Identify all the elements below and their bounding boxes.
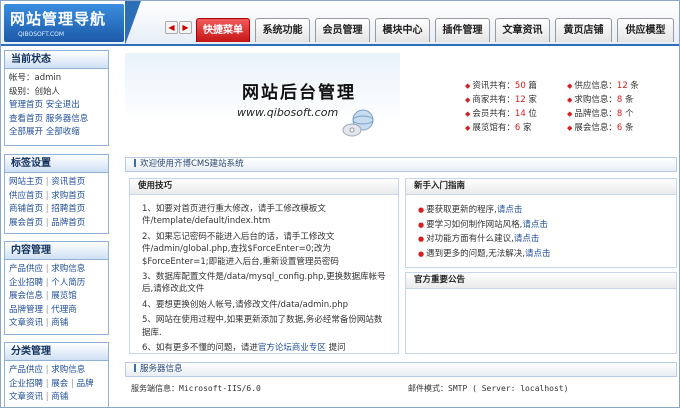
stat-exhibition-halls: ◆ 展览馆有：6 家 <box>465 123 532 133</box>
guide-link[interactable]: 请点击 <box>497 205 523 215</box>
link-admin-home[interactable]: 管理首页 <box>9 100 43 110</box>
guide-item: ● 对功能方面有什么建议,请点击 <box>418 234 540 244</box>
link-shop-home[interactable]: 商铺首页 <box>9 204 43 214</box>
guide-panel: 新手入门指南 ● 要获取更新的程序,请点击 ● 要学习如何制作网站风格,请点击 ● 对… <box>405 178 677 268</box>
tip-item: 5、网站在使用过程中,如果更新添加了数据,务必经常备份网站数据库. <box>142 315 383 338</box>
link-buy-info[interactable]: 求购信息 <box>51 264 85 274</box>
account-text: 帐号：admin <box>9 73 62 83</box>
server-software: 服务端信息：Microsoft-IIS/6.0 <box>131 384 261 393</box>
tab-system-functions[interactable]: 系统功能 <box>255 18 310 42</box>
stat-buy: ◆ 求购信息：8 条 <box>567 95 634 105</box>
logo-decoration <box>125 1 161 46</box>
section-title: 分类管理 <box>5 343 108 361</box>
sidebar-section-status: 当前状态 帐号：admin 级别：创始人 管理首页 安全退出 查看首页 服务器信… <box>4 50 109 146</box>
link-server-info[interactable]: 服务器信息 <box>46 114 89 124</box>
link-news-home[interactable]: 资讯首页 <box>51 177 85 187</box>
section-title: 标签设置 <box>5 155 108 173</box>
banner-url: www.qibosoft.com <box>237 106 339 119</box>
scroll-right-arrow-icon[interactable]: ▶ <box>179 21 192 34</box>
link-supply-home[interactable]: 供应首页 <box>9 191 43 201</box>
link-view-home[interactable]: 查看首页 <box>9 114 43 124</box>
guide-title: 新手入门指南 <box>406 179 676 195</box>
link-cat-articles[interactable]: 文章资讯 <box>9 392 43 402</box>
link-exhibition-hall[interactable]: 展览馆 <box>51 291 77 301</box>
link-cat-recruit[interactable]: 企业招聘 <box>9 379 43 389</box>
guide-item: ● 要获取更新的程序,请点击 <box>418 205 523 215</box>
mail-mode: 邮件模式：SMTP ( Server: localhost) <box>408 384 569 393</box>
link-jobs-home[interactable]: 招聘首页 <box>51 204 85 214</box>
banner-title: 网站后台管理 <box>242 83 356 103</box>
link-cat-expo[interactable]: 展会 <box>51 379 68 389</box>
stat-expos: ◆ 展会信息：6 条 <box>567 123 634 133</box>
guide-item: ● 遇到更多的问题,无法解决,请点击 <box>418 248 551 259</box>
sidebar-section-tags: 标签设置 网站主页 | 资讯首页 供应首页 | 求购首页 商铺首页 | 招聘首页… <box>4 154 109 234</box>
guide-item: ● 要学习如何制作网站风格,请点击 <box>418 219 548 230</box>
main-content: 网站后台管理 www.qibosoft.com ◆ 资讯共有：50 篇 ◆ 商家共有… <box>121 50 679 407</box>
link-expo-home[interactable]: 展会首页 <box>9 218 43 228</box>
link-brand-home[interactable]: 品牌首页 <box>51 218 85 228</box>
link-resume[interactable]: 个人简历 <box>51 278 85 288</box>
tab-plugin-management[interactable]: 插件管理 <box>435 18 490 42</box>
tip-item: 3、数据库配置文件是/data/mysql_config.php,更换数据库帐号… <box>142 272 386 295</box>
sidebar: 当前状态 帐号：admin 级别：创始人 管理首页 安全退出 查看首页 服务器信… <box>4 50 109 407</box>
admin-window: 网站管理导航 QIBOSOFT.COM ◀ ▶ 快捷菜单 系统功能 会员管理 模… <box>0 0 680 408</box>
tab-module-center[interactable]: 模块中心 <box>375 18 430 42</box>
announcement-panel: 官方重要公告 <box>405 272 677 354</box>
tip-item: 1、如要对首页进行重大修改，请手工修改模板文件/template/default… <box>142 204 326 227</box>
section-title: 当前状态 <box>5 51 108 69</box>
guide-link[interactable]: 请点击 <box>525 249 551 259</box>
banner-background <box>125 53 400 153</box>
site-logo: 网站管理导航 QIBOSOFT.COM <box>4 4 124 42</box>
globe-cd-icon <box>342 109 374 137</box>
link-recruit[interactable]: 企业招聘 <box>9 278 43 288</box>
link-cat-buy-info[interactable]: 求购信息 <box>51 365 85 375</box>
link-cat-shops[interactable]: 商铺 <box>51 392 68 402</box>
link-articles[interactable]: 文章资讯 <box>9 318 43 328</box>
link-cat-product-supply[interactable]: 产品供应 <box>9 365 43 375</box>
logo-subtitle: QIBOSOFT.COM <box>18 31 65 38</box>
forum-link[interactable]: 官方论坛商业专区 <box>258 343 326 353</box>
stat-brands: ◆ 品牌信息：8 个 <box>567 109 634 119</box>
welcome-strip: 欢迎使用齐博CMS建站系统 <box>125 157 677 172</box>
tip-item: 6、如有更多不懂的问题，请进官方论坛商业专区 提问 <box>142 343 346 354</box>
tip-item: 2、如果忘记密码不能进入后台的话，请手工修改文件/admin/global.ph… <box>142 231 339 267</box>
top-navigation-bar: 网站管理导航 QIBOSOFT.COM ◀ ▶ 快捷菜单 系统功能 会员管理 模… <box>1 1 679 46</box>
link-expand-all[interactable]: 全部展开 <box>9 127 43 137</box>
link-agent[interactable]: 代理商 <box>51 305 77 315</box>
section-title: 内容管理 <box>5 242 108 260</box>
link-buy-home[interactable]: 求购首页 <box>51 191 85 201</box>
tip-item: 4、要想更换创始人帐号,请修改文件/data/admin.php <box>142 299 348 310</box>
server-info-title: 服务器信息 <box>140 364 183 374</box>
guide-link[interactable]: 请点击 <box>522 220 548 230</box>
stat-members: ◆ 会员共有：14 位 <box>465 109 537 119</box>
link-collapse-all[interactable]: 全部收缩 <box>46 127 80 137</box>
link-logout[interactable]: 安全退出 <box>46 100 80 110</box>
sidebar-section-category: 分类管理 产品供应 | 求购信息 企业招聘 | 展会 | 品牌 文章资讯 | 商… <box>4 342 109 407</box>
stat-supply: ◆ 供应信息：12 条 <box>567 81 639 91</box>
server-info-strip: 服务器信息 <box>125 362 677 377</box>
tips-panel: 使用技巧 1、如要对首页进行重大修改，请手工修改模板文件/template/de… <box>129 178 399 354</box>
tips-title: 使用技巧 <box>130 179 398 195</box>
guide-link[interactable]: 请点击 <box>514 234 540 244</box>
tab-yellow-pages[interactable]: 黄页店铺 <box>555 18 612 42</box>
tab-member-management[interactable]: 会员管理 <box>315 18 370 42</box>
logo-title: 网站管理导航 <box>10 10 107 28</box>
tab-supply-model[interactable]: 供应模型 <box>617 18 674 42</box>
link-brand-manage[interactable]: 品牌管理 <box>9 305 43 315</box>
level-text: 级别：创始人 <box>9 86 61 97</box>
welcome-text: 欢迎使用齐博CMS建站系统 <box>140 159 244 169</box>
link-site-home[interactable]: 网站主页 <box>9 177 43 187</box>
sidebar-section-content: 内容管理 产品供应 | 求购信息 企业招聘 | 个人简历 展会信息 | 展览馆 … <box>4 241 109 335</box>
tab-quick-menu[interactable]: 快捷菜单 <box>196 18 250 42</box>
link-expo-info[interactable]: 展会信息 <box>9 291 43 301</box>
stat-news: ◆ 资讯共有：50 篇 <box>465 81 537 91</box>
link-product-supply[interactable]: 产品供应 <box>9 264 43 274</box>
tab-articles[interactable]: 文章资讯 <box>495 18 550 42</box>
announcement-title: 官方重要公告 <box>406 273 676 289</box>
scroll-left-arrow-icon[interactable]: ◀ <box>165 21 178 34</box>
stat-merchants: ◆ 商家共有：12 家 <box>465 95 537 105</box>
link-cat-brand[interactable]: 品牌 <box>77 379 94 389</box>
welcome-banner: 网站后台管理 www.qibosoft.com ◆ 资讯共有：50 篇 ◆ 商家共有… <box>125 53 679 153</box>
link-shops[interactable]: 商铺 <box>51 318 68 328</box>
